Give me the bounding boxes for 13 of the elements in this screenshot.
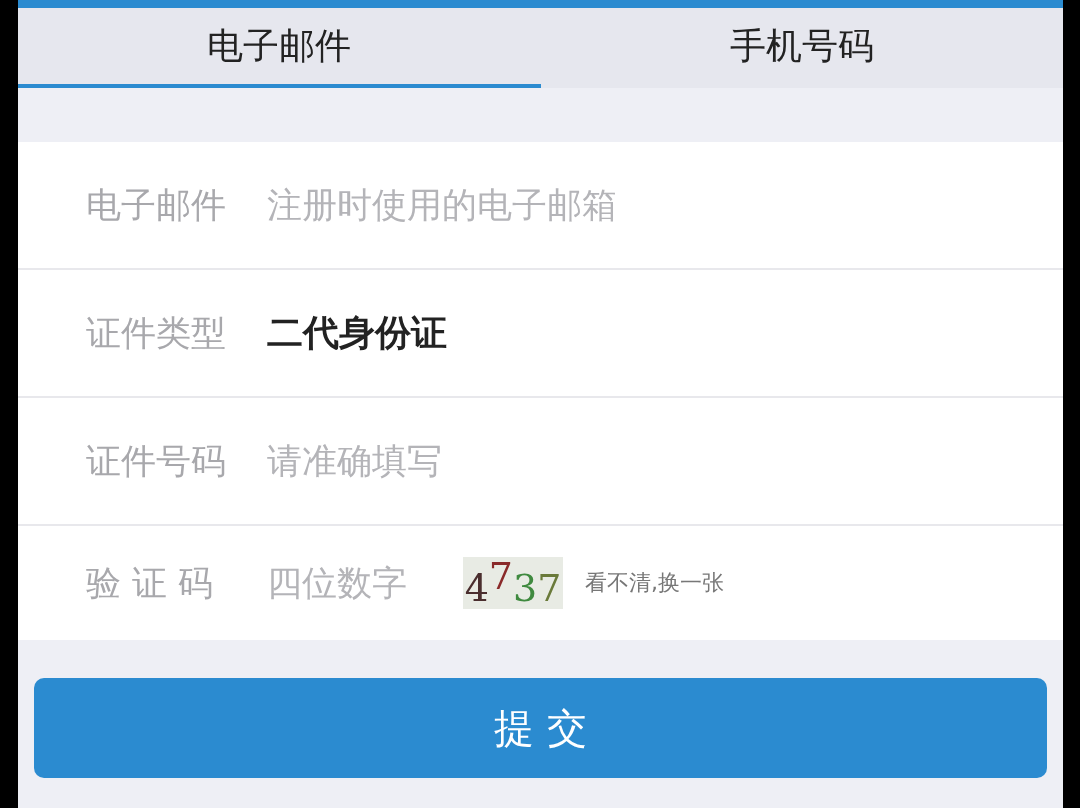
submit-button[interactable]: 提 交 (34, 678, 1047, 778)
field-label: 电子邮件 (85, 183, 227, 227)
captcha-image[interactable]: 4737 (463, 557, 563, 609)
input-field[interactable]: 注册时使用的电子邮箱 (267, 185, 867, 225)
field-label: 证件类型 (85, 311, 227, 355)
tab[interactable]: 电子邮件 (18, 8, 541, 88)
select-field[interactable]: 二代身份证 (267, 308, 447, 358)
input-field[interactable]: 四位数字 (267, 563, 445, 603)
refresh-captcha-link[interactable]: 看不清,换一张 (585, 568, 724, 598)
field-label: 证件号码 (85, 439, 227, 483)
tab[interactable]: 手机号码 (540, 8, 1063, 88)
input-field[interactable]: 请准确填写 (267, 441, 867, 481)
field-label: 验 证 码 (85, 561, 215, 605)
